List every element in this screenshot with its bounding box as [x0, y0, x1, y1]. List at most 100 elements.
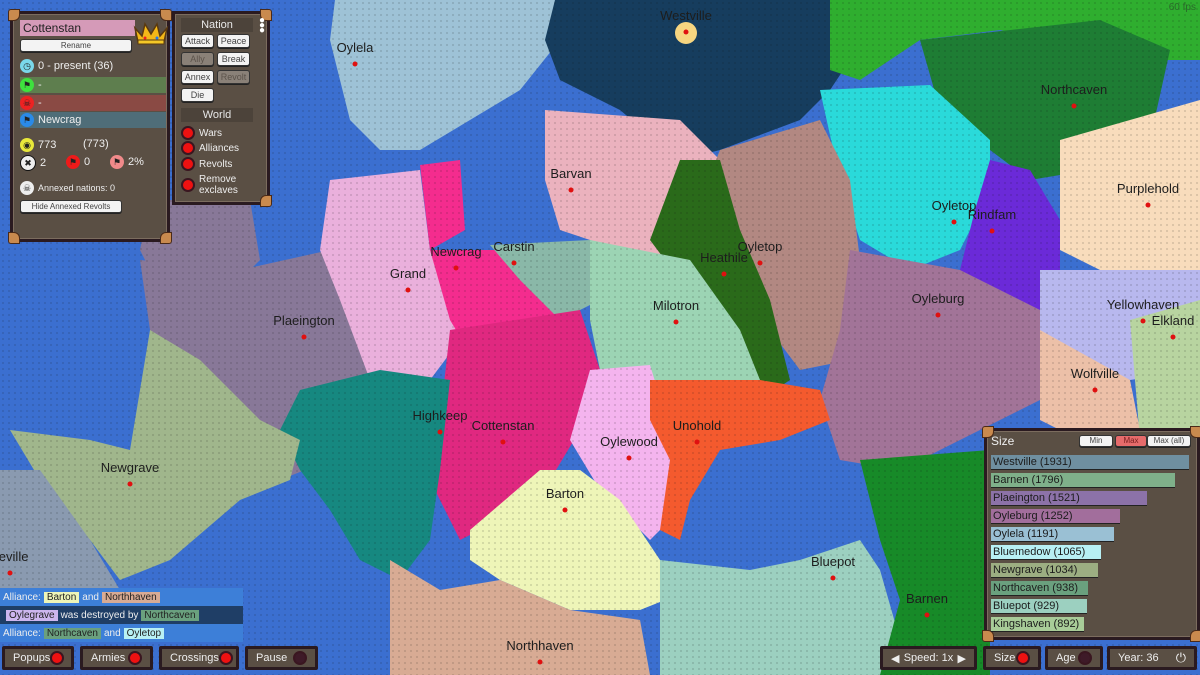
city-marker[interactable]: [626, 455, 632, 461]
action-die-button[interactable]: Die: [181, 88, 214, 102]
action-break-button[interactable]: Break: [217, 52, 250, 66]
city-marker[interactable]: [568, 187, 574, 193]
nation-tag[interactable]: Northhaven: [101, 591, 160, 603]
city-marker[interactable]: [1170, 334, 1176, 340]
ranking-item[interactable]: Kingshaven (892): [991, 617, 1084, 631]
city-marker[interactable]: [989, 228, 995, 234]
city-marker[interactable]: [935, 312, 941, 318]
ranking-item[interactable]: Plaeington (1521): [991, 491, 1147, 505]
nation-name-field[interactable]: Cottenstan: [20, 20, 135, 36]
city-label: Cottenstan: [472, 418, 535, 433]
log-entry[interactable]: Alliance: Barton and Northhaven: [0, 588, 243, 606]
fps-counter: 60 fps: [1168, 2, 1196, 13]
city-marker[interactable]: [694, 439, 700, 445]
log-entry[interactable]: Oylegrave was destroyed by Northcaven: [0, 606, 243, 624]
city-marker[interactable]: [405, 287, 411, 293]
speed-increase-icon[interactable]: ▶: [958, 652, 966, 665]
action-ally-button[interactable]: Ally: [181, 52, 214, 66]
city-marker[interactable]: [924, 612, 930, 618]
nation-tag[interactable]: Northcaven: [141, 609, 199, 621]
size-stat: ◉ 773: [20, 138, 56, 152]
world-toggle-remove[interactable]: Remove exclaves: [181, 174, 238, 196]
city-label: Bluepot: [811, 554, 855, 569]
more-options-icon[interactable]: ● ● ●: [259, 16, 265, 36]
crossings-toggle[interactable]: Crossings: [159, 646, 239, 670]
revolt-chance-stat: ⚑ 2%: [110, 155, 144, 169]
action-attack-button[interactable]: Attack: [181, 34, 214, 48]
ranking-item[interactable]: Bluepot (929): [991, 599, 1087, 613]
origin-row[interactable]: ⚑ Newcrag: [20, 112, 166, 128]
clock-icon: ◷: [20, 59, 34, 73]
action-peace-button[interactable]: Peace: [217, 34, 250, 48]
popups-toggle[interactable]: Popups: [2, 646, 74, 670]
power-icon[interactable]: ⏻: [1176, 650, 1186, 666]
city-marker[interactable]: [683, 29, 689, 35]
city-label: Purplehold: [1117, 181, 1179, 196]
city-label: Northcaven: [1041, 82, 1107, 97]
city-marker[interactable]: [301, 334, 307, 340]
ranking-item[interactable]: Oyleburg (1252): [991, 509, 1120, 523]
world-toggle-alliances[interactable]: Alliances: [181, 141, 239, 155]
city-label: Oyletop: [738, 239, 783, 254]
ranking-item[interactable]: Barnen (1796): [991, 473, 1175, 487]
city-marker[interactable]: [721, 271, 727, 277]
nation-tag[interactable]: Barton: [43, 591, 80, 603]
log-text: and: [82, 591, 99, 603]
nation-tag[interactable]: Oyletop: [123, 627, 165, 639]
world-toggle-wars[interactable]: Wars: [181, 126, 222, 140]
city-marker[interactable]: [352, 61, 358, 67]
city-marker[interactable]: [951, 219, 957, 225]
city-marker[interactable]: [500, 439, 506, 445]
world-toggle-revolts[interactable]: Revolts: [181, 157, 232, 171]
city-marker[interactable]: [757, 260, 763, 266]
hide-annexed-revolts-button[interactable]: Hide Annexed Revolts: [20, 200, 122, 213]
city-label: Rindfam: [968, 207, 1016, 222]
city-marker[interactable]: [437, 429, 443, 435]
enemy-row[interactable]: ☠ -: [20, 95, 166, 111]
size-mode-toggle[interactable]: Size: [983, 646, 1041, 670]
toggle-indicator: [181, 126, 195, 140]
city-marker[interactable]: [511, 260, 517, 266]
city-marker[interactable]: [673, 319, 679, 325]
city-marker[interactable]: [1092, 387, 1098, 393]
rename-button[interactable]: Rename: [20, 39, 132, 52]
city-label: Plaeington: [273, 313, 334, 328]
sort-min-button[interactable]: Min: [1079, 435, 1113, 447]
city-marker[interactable]: [537, 659, 543, 665]
ranking-item[interactable]: Westville (1931): [991, 455, 1189, 469]
nation-tag[interactable]: Oylegrave: [6, 609, 58, 621]
ally-row[interactable]: ⚑ -: [20, 77, 166, 93]
pause-toggle[interactable]: Pause: [245, 646, 318, 670]
sort-max-all-button[interactable]: Max (all): [1147, 435, 1191, 447]
speed-decrease-icon[interactable]: ◀: [891, 652, 899, 665]
city-marker[interactable]: [453, 265, 459, 271]
city-marker[interactable]: [1145, 202, 1151, 208]
city-marker[interactable]: [1140, 318, 1146, 324]
city-marker[interactable]: [7, 570, 13, 576]
nation-tag[interactable]: Northcaven: [43, 627, 101, 639]
age-text: 0 - present (36): [38, 60, 114, 72]
ranking-item[interactable]: Northcaven (938): [991, 581, 1088, 595]
city-marker[interactable]: [830, 575, 836, 581]
ranking-item[interactable]: Newgrave (1034): [991, 563, 1098, 577]
ranking-item[interactable]: Oylela (1191): [991, 527, 1114, 541]
city-label: Newcrag: [430, 244, 481, 259]
log-entry[interactable]: Alliance: Northcaven and Oyletop: [0, 624, 243, 642]
action-annex-button[interactable]: Annex: [181, 70, 214, 84]
city-label: aeville: [0, 549, 28, 564]
action-revolt-button[interactable]: Revolt: [217, 70, 250, 84]
city-marker[interactable]: [562, 507, 568, 513]
age-mode-indicator: [1078, 651, 1092, 665]
armies-toggle[interactable]: Armies: [80, 646, 153, 670]
skull-icon: ☠: [20, 96, 34, 110]
city-marker[interactable]: [127, 481, 133, 487]
crossings-indicator: [218, 651, 233, 665]
pause-indicator: [293, 651, 307, 665]
age-mode-toggle[interactable]: Age: [1045, 646, 1103, 670]
city-label: Northhaven: [506, 638, 573, 653]
city-marker[interactable]: [1071, 103, 1077, 109]
sort-max-button[interactable]: Max: [1115, 435, 1147, 447]
ranking-item[interactable]: Bluemedow (1065): [991, 545, 1101, 559]
revolts-stat: ⚑ 0: [66, 155, 90, 169]
city-label: Oyleburg: [912, 291, 965, 306]
